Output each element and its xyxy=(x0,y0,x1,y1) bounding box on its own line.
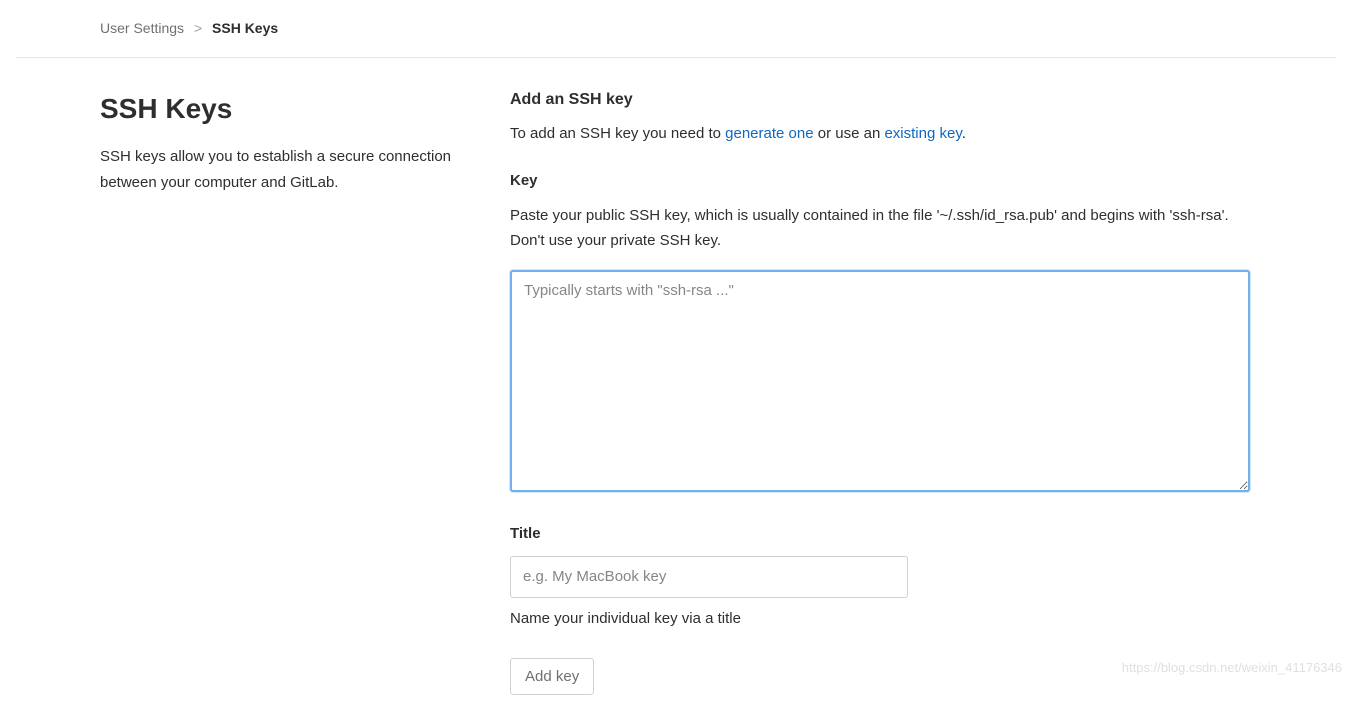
left-column: SSH Keys SSH keys allow you to establish… xyxy=(100,88,510,695)
intro-prefix: To add an SSH key you need to xyxy=(510,125,725,142)
existing-key-link[interactable]: existing key xyxy=(884,125,961,142)
breadcrumb-current: SSH Keys xyxy=(212,20,278,36)
page-description: SSH keys allow you to establish a secure… xyxy=(100,144,470,195)
generate-one-link[interactable]: generate one xyxy=(725,125,813,142)
main-content: SSH Keys SSH keys allow you to establish… xyxy=(16,58,1336,725)
ssh-key-textarea[interactable] xyxy=(510,270,1250,492)
breadcrumb-parent-link[interactable]: User Settings xyxy=(100,20,184,36)
intro-mid: or use an xyxy=(814,125,885,142)
add-ssh-key-heading: Add an SSH key xyxy=(510,88,1250,112)
title-field-label: Title xyxy=(510,523,1250,546)
intro-suffix: . xyxy=(962,125,966,142)
add-ssh-key-intro: To add an SSH key you need to generate o… xyxy=(510,122,1250,146)
page-title: SSH Keys xyxy=(100,88,470,130)
breadcrumb: User Settings > SSH Keys xyxy=(16,0,1336,58)
right-column: Add an SSH key To add an SSH key you nee… xyxy=(510,88,1310,695)
key-field-description: Paste your public SSH key, which is usua… xyxy=(510,203,1250,254)
key-field-label: Key xyxy=(510,170,1250,193)
chevron-right-icon: > xyxy=(194,20,202,36)
add-key-button[interactable]: Add key xyxy=(510,658,594,695)
title-hint: Name your individual key via a title xyxy=(510,608,1250,631)
title-input[interactable] xyxy=(510,556,908,598)
